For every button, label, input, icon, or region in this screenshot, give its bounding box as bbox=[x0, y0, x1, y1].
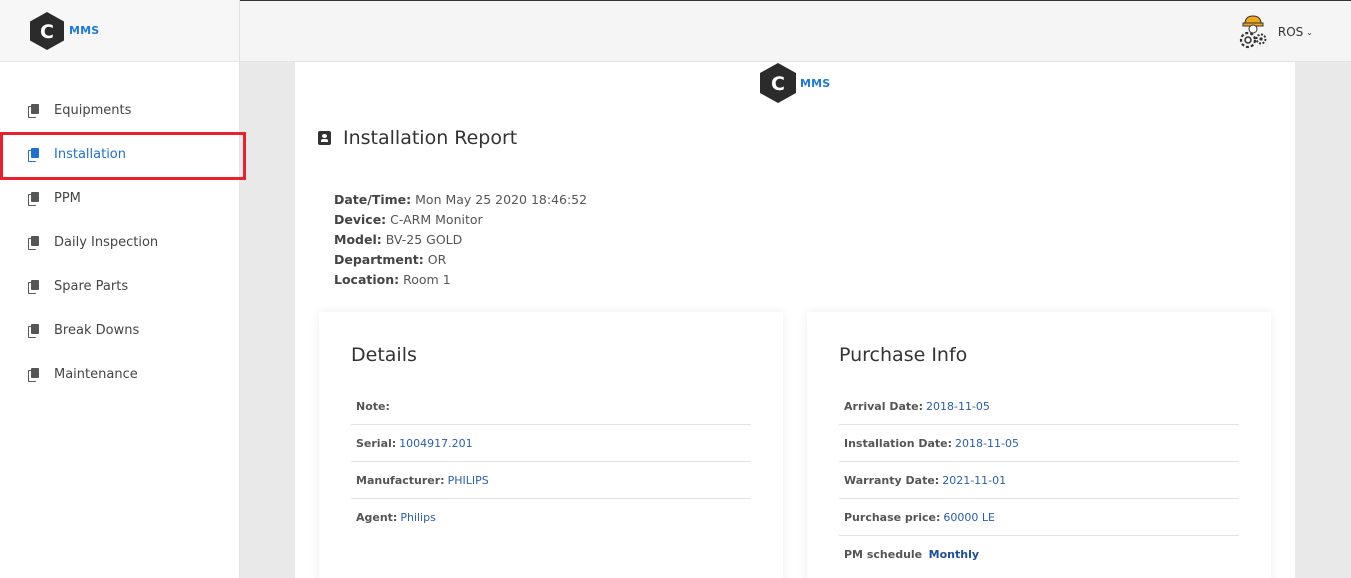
list-item: Arrival Date: 2018-11-05 bbox=[839, 388, 1239, 425]
page-title-text: Installation Report bbox=[343, 127, 518, 149]
logo-letter: C bbox=[40, 21, 54, 43]
list-item: Note: bbox=[351, 388, 751, 425]
details-panel: Details Note: Serial: 1004917.201 Manufac… bbox=[319, 312, 783, 578]
meta-row: Department: OR bbox=[334, 250, 587, 270]
list-item: PM schedule Monthly bbox=[839, 536, 1239, 573]
sidebar-item-label: Installation bbox=[54, 146, 127, 162]
meta-key: Date/Time: bbox=[334, 192, 412, 207]
purchase-info-title: Purchase Info bbox=[839, 344, 968, 366]
list-item: Manufacturer: PHILIPS bbox=[351, 462, 751, 499]
field-value: Philips bbox=[400, 511, 436, 524]
field-value: PHILIPS bbox=[447, 473, 489, 487]
field-key: Manufacturer: bbox=[356, 473, 445, 487]
details-title: Details bbox=[351, 344, 417, 366]
id-card-icon bbox=[318, 131, 331, 145]
field-value: 60000 LE bbox=[943, 510, 995, 524]
copy-icon bbox=[28, 236, 39, 250]
meta-row: Location: Room 1 bbox=[334, 270, 587, 290]
field-key: PM schedule bbox=[844, 548, 923, 561]
field-key: Serial: bbox=[356, 436, 397, 450]
purchase-info-panel: Purchase Info Arrival Date: 2018-11-05 In… bbox=[807, 312, 1271, 578]
purchase-info-list: Arrival Date: 2018-11-05 Installation Dat… bbox=[839, 388, 1239, 573]
top-bar: ROS ⌄ bbox=[240, 0, 1351, 62]
details-list: Note: Serial: 1004917.201 Manufacturer: PH… bbox=[351, 388, 751, 536]
meta-value: BV-25 GOLD bbox=[385, 232, 463, 247]
logo-text: MMS bbox=[69, 24, 100, 37]
logo-hexagon-icon: C bbox=[30, 11, 64, 50]
meta-key: Department: bbox=[334, 252, 424, 267]
copy-icon bbox=[28, 192, 39, 206]
sidebar: C MMS Equipments Installation PPM Daily … bbox=[0, 0, 246, 578]
app-logo[interactable]: C MMS bbox=[28, 11, 99, 51]
field-value: 2018-11-05 bbox=[955, 436, 1019, 450]
sidebar-item-label: Daily Inspection bbox=[54, 234, 159, 250]
list-item: Agent: Philips bbox=[351, 499, 751, 536]
meta-value: Room 1 bbox=[403, 272, 451, 287]
meta-row: Device: C-ARM Monitor bbox=[334, 210, 587, 230]
copy-icon bbox=[28, 368, 39, 382]
copy-icon bbox=[28, 280, 39, 294]
list-item: Serial: 1004917.201 bbox=[351, 425, 751, 462]
field-key: Agent: bbox=[356, 511, 398, 524]
list-item: Warranty Date: 2021-11-01 bbox=[839, 462, 1239, 499]
field-key: Warranty Date: bbox=[844, 473, 940, 487]
meta-value: Mon May 25 2020 18:46:52 bbox=[415, 192, 588, 207]
copy-icon bbox=[28, 324, 39, 338]
sidebar-item-maintenance[interactable]: Maintenance bbox=[0, 352, 239, 396]
field-value: 2021-11-01 bbox=[942, 473, 1007, 487]
field-key: Installation Date: bbox=[844, 436, 953, 450]
field-value: 1004917.201 bbox=[399, 436, 473, 450]
report-card: C MMS Installation Report Date/Time: Mon… bbox=[295, 62, 1295, 578]
sidebar-item-break-downs[interactable]: Break Downs bbox=[0, 308, 239, 352]
meta-key: Device: bbox=[334, 212, 387, 227]
logo-hexagon-icon: C bbox=[760, 63, 796, 103]
sidebar-item-label: Equipments bbox=[54, 102, 132, 118]
copy-icon bbox=[28, 104, 39, 118]
sidebar-header: C MMS bbox=[0, 0, 239, 62]
logo-text: MMS bbox=[800, 76, 831, 90]
meta-row: Date/Time: Mon May 25 2020 18:46:52 bbox=[334, 190, 587, 210]
field-key: Note: bbox=[356, 399, 390, 413]
field-value: Monthly bbox=[928, 548, 980, 561]
list-item: Installation Date: 2018-11-05 bbox=[839, 425, 1239, 462]
logo-letter: C bbox=[771, 73, 785, 95]
engineer-gear-icon bbox=[1239, 15, 1267, 49]
user-menu[interactable]: ROS ⌄ bbox=[1236, 14, 1313, 50]
sidebar-item-label: Spare Parts bbox=[54, 278, 129, 294]
field-value: 2018-11-05 bbox=[926, 399, 990, 413]
sidebar-item-equipments[interactable]: Equipments bbox=[0, 88, 239, 132]
meta-value: C-ARM Monitor bbox=[390, 212, 483, 227]
sidebar-item-ppm[interactable]: PPM bbox=[0, 176, 239, 220]
field-key: Purchase price: bbox=[844, 510, 941, 524]
user-name: ROS bbox=[1277, 25, 1304, 39]
sidebar-nav: Equipments Installation PPM Daily Inspec… bbox=[0, 88, 246, 396]
sidebar-item-label: PPM bbox=[54, 190, 81, 206]
sidebar-item-daily-inspection[interactable]: Daily Inspection bbox=[0, 220, 239, 264]
sidebar-item-spare-parts[interactable]: Spare Parts bbox=[0, 264, 239, 308]
sidebar-item-label: Maintenance bbox=[54, 366, 138, 382]
page-title: Installation Report bbox=[318, 127, 517, 149]
chevron-down-icon: ⌄ bbox=[1306, 27, 1313, 37]
report-meta: Date/Time: Mon May 25 2020 18:46:52 Devi… bbox=[334, 190, 587, 290]
meta-key: Location: bbox=[334, 272, 400, 287]
report-logo: C MMS bbox=[759, 62, 830, 104]
field-key: Arrival Date: bbox=[844, 399, 923, 413]
meta-key: Model: bbox=[334, 232, 382, 247]
list-item: Purchase price: 60000 LE bbox=[839, 499, 1239, 536]
meta-value: OR bbox=[427, 252, 447, 267]
sidebar-item-label: Break Downs bbox=[54, 322, 140, 338]
copy-icon bbox=[28, 148, 39, 162]
meta-row: Model: BV-25 GOLD bbox=[334, 230, 587, 250]
sidebar-item-installation[interactable]: Installation bbox=[0, 132, 246, 180]
